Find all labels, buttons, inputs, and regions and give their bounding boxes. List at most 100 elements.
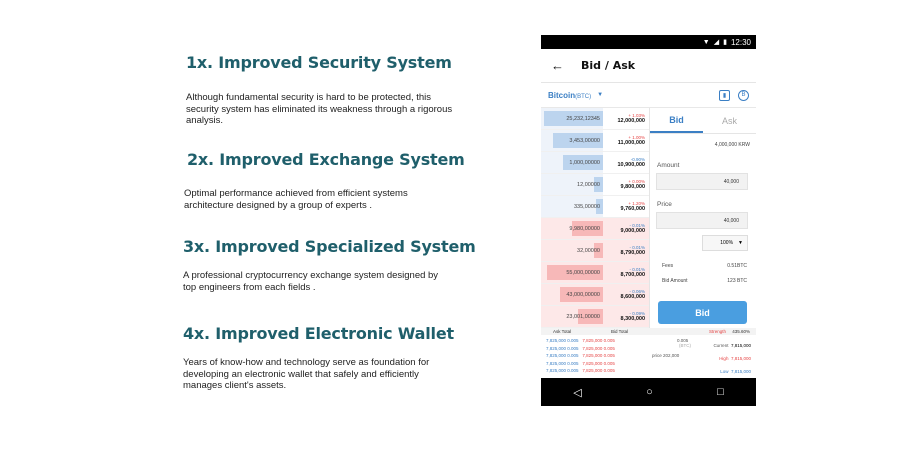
wifi-icon: ▼ bbox=[702, 38, 710, 46]
trade-summary: Ask Total Bid Total Strength 435.60% 7,8… bbox=[541, 328, 756, 378]
low-label: Low bbox=[720, 369, 729, 374]
nav-recents-icon[interactable]: □ bbox=[717, 386, 724, 398]
orderbook-price: + 1.20% 9,760,000 bbox=[603, 196, 649, 217]
price-text: 10,900,000 bbox=[617, 162, 645, 168]
summary-header: Ask Total Bid Total Strength 435.60% bbox=[541, 328, 756, 335]
current-value: 7,815,000 bbox=[730, 343, 751, 348]
feature-title: 2x. Improved Exchange System bbox=[187, 150, 465, 169]
ask-total-value: 7,825,000 bbox=[546, 360, 567, 366]
mid-sub: (BTC) bbox=[679, 343, 691, 348]
volume-text: 12,00000 bbox=[577, 181, 600, 188]
orderbook-price: -0.90% 10,900,000 bbox=[603, 152, 649, 173]
fees-value: 0.51BTC bbox=[727, 263, 747, 269]
orderbook-row[interactable]: 9,980,00000- 0.01% 9,000,000 bbox=[541, 218, 649, 240]
price-text: 9,760,000 bbox=[620, 206, 645, 212]
nav-back-icon[interactable]: ◁ bbox=[573, 386, 581, 399]
price-text: 12,000,000 bbox=[617, 118, 645, 124]
status-time: 12:30 bbox=[730, 37, 751, 47]
tab-ask[interactable]: Ask bbox=[703, 108, 756, 133]
volume-text: 43,000,00000 bbox=[566, 291, 600, 298]
volume-text: 3,453,00000 bbox=[569, 137, 600, 144]
price-text: 8,700,000 bbox=[620, 272, 645, 278]
chevron-down-icon: ▼ bbox=[738, 240, 743, 246]
price-text: 8,600,000 bbox=[620, 294, 645, 300]
volume-text: 335,00000 bbox=[574, 203, 600, 210]
chart-icon[interactable]: ▮ bbox=[719, 89, 730, 101]
price-num: 202,000 bbox=[663, 353, 680, 358]
price-stats: Current 7,815,000 High 7,815,000 Low 7,8… bbox=[703, 339, 751, 378]
ask-total-value: 7,825,000 bbox=[546, 345, 567, 351]
page-title: Bid / Ask bbox=[581, 59, 636, 72]
order-panel: Bid Ask 4,000,000 KRW Amount 40,000 Pric… bbox=[649, 108, 756, 328]
percent-value: 100% bbox=[720, 240, 734, 246]
bid-total-qty: 0.005 bbox=[603, 360, 615, 366]
totals-list: 7,825,000 0.005 7,825,000 0.005 7,825,000… bbox=[546, 337, 615, 375]
android-nav-bar: ◁ ○ □ bbox=[541, 378, 756, 406]
bid-button[interactable]: Bid bbox=[658, 301, 747, 324]
orderbook-row[interactable]: 32,00000- 0.01% 8,790,000 bbox=[541, 240, 649, 262]
orderbook-row[interactable]: 23,001,00000- 0.09% 8,300,000 bbox=[541, 306, 649, 328]
ask-total-qty: 0.005 bbox=[567, 368, 579, 373]
orderbook-row[interactable]: 1,000,00000 -0.90% 10,900,000 bbox=[541, 152, 649, 174]
ask-total-value: 7,825,000 bbox=[546, 368, 567, 373]
signal-icon: ◢ bbox=[713, 39, 720, 46]
chevron-down-icon[interactable]: ▼ bbox=[597, 92, 603, 98]
bid-total-label: Bid Total bbox=[611, 329, 629, 334]
ask-total-value: 7,825,000 bbox=[546, 338, 567, 343]
orderbook-volume: 23,001,00000 bbox=[541, 306, 603, 327]
volume-text: 32,00000 bbox=[577, 247, 600, 254]
bid-amount-value: 123 BTC bbox=[727, 278, 747, 284]
orderbook-volume: 25,232,12345 bbox=[541, 108, 603, 129]
volume-text: 25,232,12345 bbox=[566, 115, 600, 122]
volume-text: 1,000,00000 bbox=[569, 159, 600, 166]
orderbook-volume: 1,000,00000 bbox=[541, 152, 603, 173]
feature-specialized: 3x. Improved Specialized System A profes… bbox=[183, 237, 483, 293]
orderbook-row[interactable]: 3,453,00000 + 1.00% 11,000,000 bbox=[541, 130, 649, 152]
orderbook-price: - 0.06% 8,600,000 bbox=[603, 284, 649, 305]
orderbook-row[interactable]: 55,000,00000- 0.01% 8,700,000 bbox=[541, 262, 649, 284]
volume-text: 23,001,00000 bbox=[566, 313, 600, 320]
mid-info: 0.005 (BTC) price 202,000 bbox=[652, 338, 691, 358]
price-label: Price bbox=[657, 201, 672, 208]
coin-selector[interactable]: Bitcoin(BTC) bbox=[548, 91, 591, 100]
price-text: 11,000,000 bbox=[617, 140, 645, 146]
nav-home-icon[interactable]: ○ bbox=[646, 386, 653, 398]
feature-text: Years of know-how and technology serve a… bbox=[183, 357, 430, 391]
price-field[interactable]: 40,000 bbox=[656, 212, 748, 229]
coin-icon[interactable]: B bbox=[738, 89, 749, 101]
bid-total-value: 7,825,000 bbox=[582, 338, 603, 343]
tab-bid[interactable]: Bid bbox=[650, 108, 703, 133]
feature-security: 1x. Improved Security System Although fu… bbox=[186, 53, 486, 127]
price-text: 8,300,000 bbox=[620, 316, 645, 322]
bid-total-qty: 0.005 bbox=[603, 338, 615, 343]
order-book: 25,232,12345 + 1.03% 12,000,000 3,453,00000… bbox=[541, 108, 649, 328]
ask-total-value: 7,825,000 bbox=[546, 353, 567, 358]
totals-row: 7,825,000 0.005 7,825,000 0.005 bbox=[546, 367, 615, 375]
orderbook-volume: 335,00000 bbox=[541, 196, 603, 217]
percent-select[interactable]: 100% ▼ bbox=[702, 235, 748, 251]
orderbook-price: - 0.09% 8,300,000 bbox=[603, 306, 649, 327]
back-arrow-icon[interactable]: ← bbox=[551, 58, 581, 73]
amount-field[interactable]: 40,000 bbox=[656, 173, 748, 190]
price-text: 9,800,000 bbox=[620, 184, 645, 190]
orderbook-row[interactable]: 43,000,00000- 0.06% 8,600,000 bbox=[541, 284, 649, 306]
orderbook-row[interactable]: 25,232,12345 + 1.03% 12,000,000 bbox=[541, 108, 649, 130]
bid-total-qty: 0.005 bbox=[603, 353, 615, 358]
orderbook-volume: 9,980,00000 bbox=[541, 218, 603, 239]
bid-total-qty: 0.005 bbox=[603, 368, 615, 373]
volume-text: 55,000,00000 bbox=[566, 269, 600, 276]
page: 1x. Improved Security System Although fu… bbox=[0, 0, 907, 449]
orderbook-row[interactable]: 335,00000 + 1.20% 9,760,000 bbox=[541, 196, 649, 218]
totals-row: 7,825,000 0.005 7,825,000 0.005 bbox=[546, 345, 615, 353]
orderbook-price: - 0.01% 9,000,000 bbox=[603, 218, 649, 239]
feature-text: Optimal performance achieved from effici… bbox=[184, 188, 408, 211]
orderbook-price: + 0.00% 9,800,000 bbox=[603, 174, 649, 195]
orderbook-row[interactable]: 12,00000 + 0.00% 9,800,000 bbox=[541, 174, 649, 196]
feature-wallet: 4x. Improved Electronic Wallet Years of … bbox=[183, 324, 483, 392]
high-label: High bbox=[719, 356, 729, 361]
totals-row: 7,825,000 0.005 7,825,000 0.005 bbox=[546, 337, 615, 345]
orderbook-price: - 0.01% 8,700,000 bbox=[603, 262, 649, 283]
feature-title: 3x. Improved Specialized System bbox=[183, 237, 476, 256]
feature-exchange: 2x. Improved Exchange System Optimal per… bbox=[184, 150, 487, 211]
orderbook-volume: 3,453,00000 bbox=[541, 130, 603, 151]
